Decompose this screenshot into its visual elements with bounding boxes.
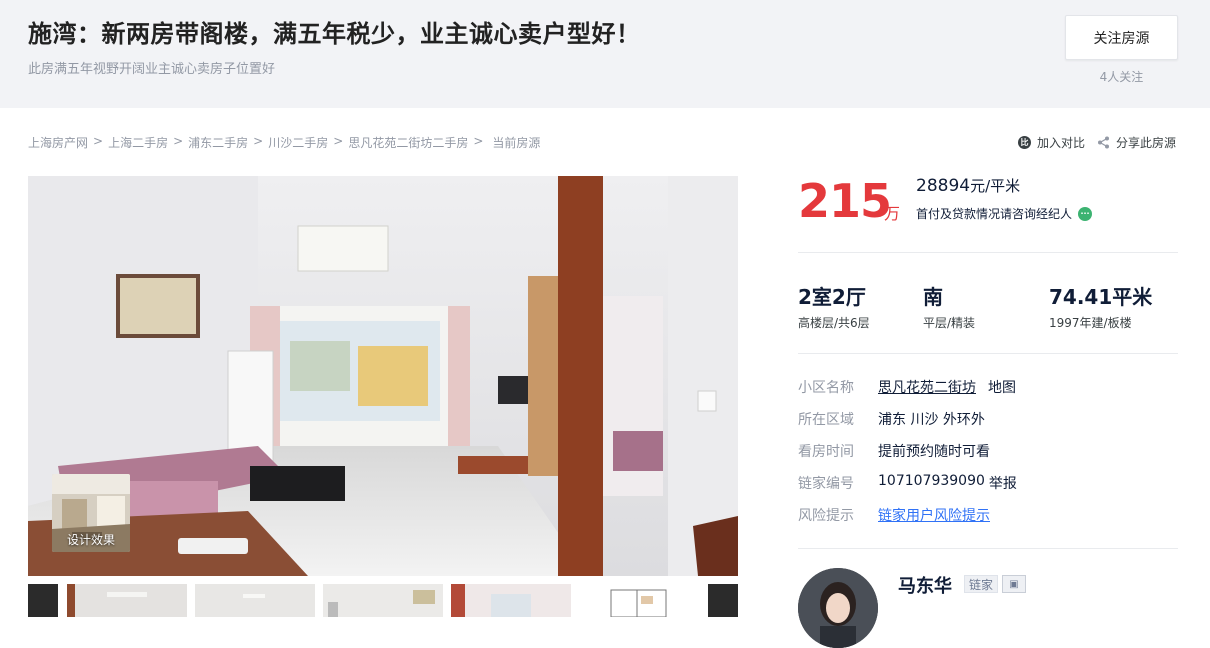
- community-label: 小区名称: [798, 380, 854, 396]
- breadcrumb-separator: >: [173, 134, 184, 148]
- listing-code-label: 链家编号: [798, 476, 854, 492]
- divider: [798, 548, 1178, 549]
- floorplan-thumbnail[interactable]: [579, 584, 699, 617]
- add-compare-label: 加入对比: [1037, 136, 1086, 150]
- listing-title: 施湾：新两房带阁楼，满五年税少，业主诚心卖户型好！: [28, 20, 641, 48]
- photo-thumbnail[interactable]: [67, 584, 187, 617]
- breadcrumb-link[interactable]: 上海房产网: [28, 134, 88, 151]
- photo-thumbnail[interactable]: [323, 584, 443, 617]
- main-photo[interactable]: [28, 176, 738, 576]
- listing-code-row: 链家编号 107107939090 举报: [798, 473, 1017, 493]
- next-thumb-button[interactable]: [708, 584, 738, 617]
- unit-price: 28894元/平米: [916, 175, 1020, 196]
- spec-layout: 2室2厅 高楼层/共6层: [798, 281, 870, 331]
- divider: [798, 252, 1178, 253]
- photo-thumbnail[interactable]: [451, 584, 571, 617]
- spec-area: 74.41平米 1997年建/板楼: [1049, 281, 1152, 331]
- breadcrumb-link[interactable]: 川沙二手房: [268, 134, 328, 151]
- compare-icon: 比: [1018, 136, 1031, 149]
- listing-tools: 比 加入对比 分享此房源: [1018, 134, 1176, 151]
- breadcrumb-link[interactable]: 浦东二手房: [188, 134, 248, 151]
- chat-icon[interactable]: ···: [1078, 206, 1093, 221]
- listing-subtitle: 此房满五年视野开阔业主诚心卖房子位置好: [28, 62, 276, 77]
- breadcrumb-separator: >: [93, 134, 104, 148]
- area-label: 所在区域: [798, 412, 854, 428]
- spec-area-main: 74.41平米: [1049, 285, 1153, 309]
- risk-row: 风险提示 链家用户风险提示: [798, 505, 990, 525]
- breadcrumb-link[interactable]: 上海二手房: [108, 134, 168, 151]
- visit-time-label: 看房时间: [798, 444, 854, 460]
- design-effect-label: 设计效果: [66, 533, 115, 547]
- follow-listing-button[interactable]: 关注房源: [1065, 15, 1178, 60]
- payment-note-text: 首付及贷款情况请咨询经纪人: [916, 207, 1073, 221]
- photo-thumbnail[interactable]: [195, 584, 315, 617]
- spec-orientation-sub: 平层/精装: [923, 316, 976, 330]
- listing-header: 施湾：新两房带阁楼，满五年税少，业主诚心卖户型好！ 此房满五年视野开阔业主诚心卖…: [0, 0, 1210, 108]
- add-compare-button[interactable]: 比 加入对比: [1018, 134, 1085, 151]
- total-price-unit: 万: [884, 204, 901, 223]
- total-price: 215: [798, 174, 892, 228]
- spec-layout-sub: 高楼层/共6层: [798, 316, 870, 330]
- breadcrumb-separator: >: [473, 134, 484, 148]
- map-link[interactable]: 地图: [988, 377, 1016, 397]
- community-link[interactable]: 思凡花苑二街坊: [878, 377, 976, 397]
- risk-warning-link[interactable]: 链家用户风险提示: [878, 505, 990, 525]
- payment-note: 首付及贷款情况请咨询经纪人 ···: [916, 205, 1093, 222]
- agent-name[interactable]: 马东华: [898, 572, 952, 598]
- agent-brand-badge: 链家: [964, 575, 999, 593]
- thumbnail-strip: [28, 584, 738, 617]
- spec-orientation-main: 南: [923, 285, 943, 309]
- prev-thumb-button[interactable]: [28, 584, 58, 617]
- breadcrumb: 上海房产网 > 上海二手房 > 浦东二手房 > 川沙二手房 > 思凡花苑二街坊二…: [28, 134, 540, 151]
- area-value: 浦东 川沙 外环外: [878, 412, 985, 428]
- visit-time-value: 提前预约随时可看: [878, 444, 990, 460]
- spec-layout-main: 2室2厅: [798, 285, 866, 309]
- report-link[interactable]: 举报: [989, 473, 1017, 493]
- listing-code-value: 107107939090: [878, 473, 985, 489]
- spec-orientation: 南 平层/精装: [923, 281, 975, 331]
- community-row: 小区名称 思凡花苑二街坊 地图: [798, 377, 1016, 397]
- design-effect-thumbnail[interactable]: 设计效果: [52, 474, 130, 552]
- visit-time-row: 看房时间 提前预约随时可看: [798, 441, 990, 461]
- share-icon: [1098, 136, 1110, 149]
- risk-label: 风险提示: [798, 508, 854, 524]
- business-card-icon[interactable]: ▣: [1002, 575, 1026, 593]
- breadcrumb-link[interactable]: 思凡花苑二街坊二手房: [348, 134, 468, 151]
- spec-area-sub: 1997年建/板楼: [1049, 316, 1132, 330]
- breadcrumb-separator: >: [333, 134, 344, 148]
- breadcrumb-current: 当前房源: [492, 136, 541, 150]
- share-label: 分享此房源: [1116, 136, 1177, 150]
- share-button[interactable]: 分享此房源: [1097, 134, 1176, 151]
- unit-price-value: 28894: [916, 176, 971, 196]
- area-row: 所在区域 浦东 川沙 外环外: [798, 409, 985, 429]
- unit-price-unit: 元/平米: [970, 177, 1021, 195]
- breadcrumb-separator: >: [253, 134, 264, 148]
- follow-count: 4人关注: [1099, 70, 1144, 84]
- agent-avatar[interactable]: [798, 568, 878, 648]
- divider: [798, 353, 1178, 354]
